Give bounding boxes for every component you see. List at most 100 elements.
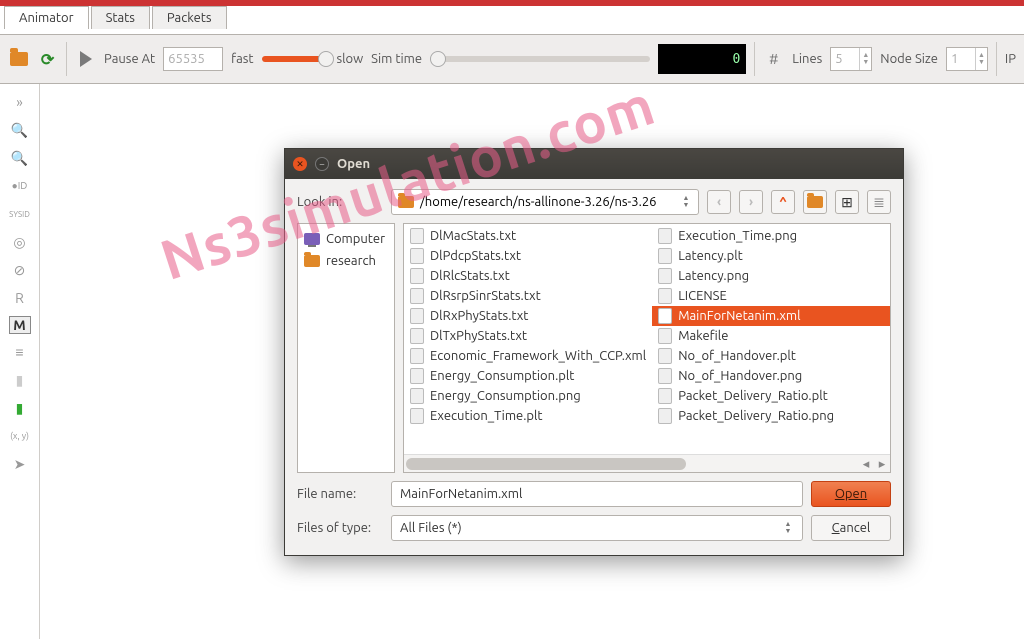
document-icon <box>410 248 424 264</box>
cursor-icon[interactable]: ➤ <box>10 454 30 474</box>
open-button[interactable]: Open <box>811 481 891 507</box>
new-folder-button[interactable] <box>803 190 827 214</box>
file-item[interactable]: Execution_Time.png <box>652 226 890 246</box>
file-item[interactable]: DlTxPhyStats.txt <box>404 326 652 346</box>
zoom-out-icon[interactable]: 🔍 <box>10 148 30 168</box>
battery-full-icon[interactable]: ▮ <box>10 398 30 418</box>
play-button[interactable] <box>75 48 96 70</box>
scrollbar-thumb[interactable] <box>406 458 686 470</box>
file-item[interactable]: Packet_Delivery_Ratio.png <box>652 406 890 426</box>
file-item[interactable]: Latency.png <box>652 266 890 286</box>
file-item[interactable]: DlRlcStats.txt <box>404 266 652 286</box>
file-item[interactable]: Latency.plt <box>652 246 890 266</box>
node-size-spinner[interactable]: ▲▼ <box>946 47 988 71</box>
pause-at-input[interactable] <box>163 47 223 71</box>
file-name-input[interactable]: MainForNetanim.xml <box>391 481 803 507</box>
document-icon <box>410 228 424 244</box>
file-item[interactable]: DlRxPhyStats.txt <box>404 306 652 326</box>
cursor-xy-icon[interactable]: (x, y) <box>10 426 30 446</box>
files-of-type-value: All Files (*) <box>400 521 462 535</box>
file-item[interactable]: MainForNetanim.xml <box>652 306 890 326</box>
tab-packets[interactable]: Packets <box>152 6 227 29</box>
file-item[interactable]: No_of_Handover.plt <box>652 346 890 366</box>
file-name: No_of_Handover.png <box>678 369 802 383</box>
file-name: DlRsrpSinrStats.txt <box>430 289 541 303</box>
icon-view-button[interactable]: ⊞ <box>835 190 859 214</box>
folder-icon <box>398 196 414 208</box>
file-name: No_of_Handover.plt <box>678 349 796 363</box>
file-item[interactable]: LICENSE <box>652 286 890 306</box>
back-button[interactable]: ‹ <box>707 190 731 214</box>
zoom-in-icon[interactable]: 🔍 <box>10 120 30 140</box>
list-icon[interactable]: ≡ <box>10 342 30 362</box>
file-name: DlTxPhyStats.txt <box>430 329 527 343</box>
place-label: Computer <box>326 232 385 246</box>
node-size-input[interactable] <box>947 48 975 70</box>
lines-spinner[interactable]: ▲▼ <box>830 47 872 71</box>
lines-label: Lines <box>792 52 822 66</box>
close-icon[interactable]: ✕ <box>293 157 307 171</box>
spinner-arrows[interactable]: ▲▼ <box>975 48 987 70</box>
file-item[interactable]: Energy_Consumption.png <box>404 386 652 406</box>
file-item[interactable]: Packet_Delivery_Ratio.plt <box>652 386 890 406</box>
id-tag-icon[interactable]: ●ID <box>10 176 30 196</box>
fast-label: fast <box>231 52 253 66</box>
slash-icon[interactable]: ⊘ <box>10 260 30 280</box>
document-icon <box>658 248 672 264</box>
dialog-title: Open <box>337 157 370 171</box>
cancel-button[interactable]: Cancel <box>811 515 891 541</box>
slider-thumb[interactable] <box>430 51 446 67</box>
combo-arrows-icon[interactable]: ▲▼ <box>782 521 794 535</box>
tab-strip: Animator Stats Packets <box>4 6 227 29</box>
file-item[interactable]: Economic_Framework_With_CCP.xml <box>404 346 652 366</box>
lines-input[interactable] <box>831 48 859 70</box>
separator <box>754 42 755 76</box>
file-item[interactable]: DlRsrpSinrStats.txt <box>404 286 652 306</box>
file-name: Economic_Framework_With_CCP.xml <box>430 349 646 363</box>
horizontal-scrollbar[interactable]: ◂ ▸ <box>404 454 890 472</box>
document-icon <box>410 288 424 304</box>
place-computer[interactable]: Computer <box>298 228 394 250</box>
file-item[interactable]: No_of_Handover.png <box>652 366 890 386</box>
ip-label: IP <box>1005 52 1016 66</box>
slider-thumb[interactable] <box>318 51 334 67</box>
scroll-left-icon[interactable]: ◂ <box>858 455 874 473</box>
look-in-combo[interactable]: /home/research/ns-allinone-3.26/ns-3.26 … <box>391 189 699 215</box>
document-icon <box>410 328 424 344</box>
grid-button[interactable] <box>763 48 784 70</box>
computer-icon <box>304 233 320 245</box>
sim-time-slider[interactable] <box>430 56 650 62</box>
place-label: research <box>326 254 376 268</box>
list-view-button[interactable]: ≣ <box>867 190 891 214</box>
files-of-type-combo[interactable]: All Files (*) ▲▼ <box>391 515 803 541</box>
reload-button[interactable] <box>37 48 58 70</box>
file-name: DlRxPhyStats.txt <box>430 309 528 323</box>
m-button[interactable]: M <box>9 316 31 334</box>
speed-slider[interactable] <box>262 56 329 62</box>
forward-button[interactable]: › <box>739 190 763 214</box>
circle-icon[interactable]: ◎ <box>10 232 30 252</box>
place-research[interactable]: research <box>298 250 394 272</box>
open-file-button[interactable] <box>8 48 29 70</box>
expand-icon[interactable]: » <box>10 92 30 112</box>
battery-empty-icon[interactable]: ▮ <box>10 370 30 390</box>
tab-stats[interactable]: Stats <box>91 6 150 29</box>
up-button[interactable]: ^ <box>771 190 795 214</box>
document-icon <box>658 228 672 244</box>
file-item[interactable]: DlPdcpStats.txt <box>404 246 652 266</box>
scroll-right-icon[interactable]: ▸ <box>874 455 890 473</box>
r-button[interactable]: R <box>10 288 30 308</box>
spinner-arrows[interactable]: ▲▼ <box>859 48 871 70</box>
document-icon <box>658 308 672 324</box>
file-item[interactable]: Makefile <box>652 326 890 346</box>
file-name: Energy_Consumption.plt <box>430 369 574 383</box>
file-item[interactable]: Execution_Time.plt <box>404 406 652 426</box>
dialog-titlebar[interactable]: ✕ – Open <box>285 149 903 179</box>
file-item[interactable]: Energy_Consumption.plt <box>404 366 652 386</box>
tab-animator[interactable]: Animator <box>4 6 89 29</box>
look-in-label: Look in: <box>297 195 383 209</box>
file-item[interactable]: DlMacStats.txt <box>404 226 652 246</box>
sysid-icon[interactable]: SYSID <box>10 204 30 224</box>
minimize-icon[interactable]: – <box>315 157 329 171</box>
combo-arrows-icon[interactable]: ▲▼ <box>680 195 692 209</box>
